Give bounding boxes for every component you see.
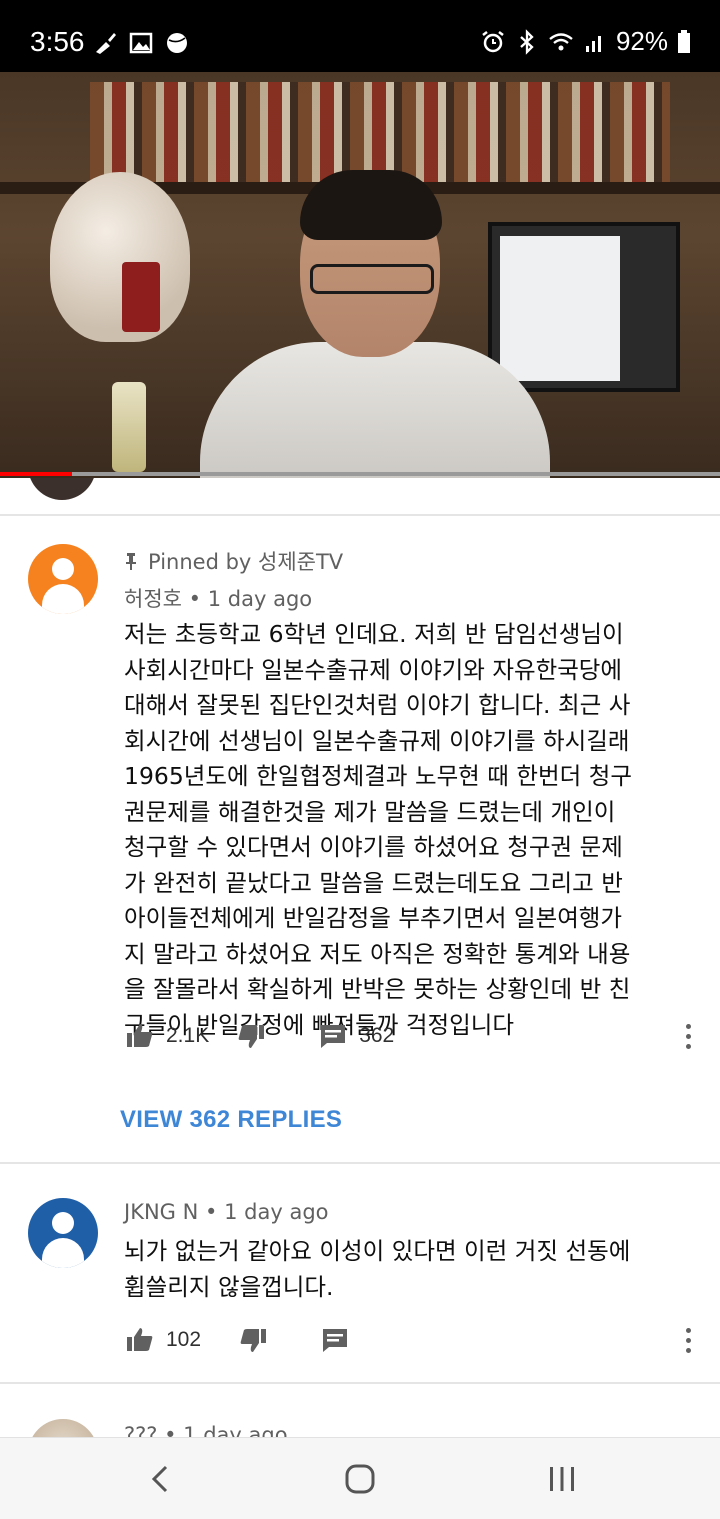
comment-pinned: Pinned by 성제준TV 허정호 • 1 day ago 저는 초등학교 …	[0, 514, 720, 1164]
progress-fill	[0, 472, 72, 476]
avatar[interactable]	[28, 1419, 98, 1437]
comment-meta: ??? • 1 day ago	[124, 1423, 288, 1437]
more-icon[interactable]	[676, 1320, 700, 1360]
view-replies-link[interactable]: VIEW 362 REPLIES	[120, 1106, 342, 1134]
dislike-button[interactable]	[237, 1324, 269, 1356]
pinned-text: Pinned by 성제준TV	[148, 550, 344, 574]
battery-percent: 92%	[615, 26, 668, 56]
reply-button[interactable]: 362	[317, 1020, 394, 1052]
thumbs-down-icon	[238, 1025, 265, 1048]
comment-age: 1 day ago	[224, 1200, 329, 1224]
battery-icon	[678, 29, 690, 53]
channel-avatar-peek	[28, 478, 96, 500]
wifi-icon	[549, 32, 573, 50]
comment-meta: JKNG N • 1 day ago	[124, 1200, 329, 1224]
reply-icon	[323, 1329, 348, 1352]
bluetooth-icon	[520, 28, 534, 55]
ball-icon	[167, 33, 187, 53]
meta-separator: •	[188, 587, 202, 611]
author-name[interactable]: 허정호	[124, 587, 182, 611]
person-hair	[300, 170, 442, 240]
bottle	[112, 382, 146, 472]
avatar[interactable]	[28, 544, 98, 614]
recents-icon	[550, 1467, 574, 1491]
like-count: 102	[166, 1328, 202, 1351]
image-icon	[129, 32, 153, 54]
reply-icon	[321, 1025, 346, 1048]
back-button[interactable]	[130, 1458, 190, 1500]
comment-actions: 102	[124, 1323, 351, 1357]
home-button[interactable]	[330, 1458, 390, 1500]
home-icon	[345, 1464, 375, 1494]
divider	[0, 1382, 720, 1384]
thumbs-up-icon	[127, 1024, 153, 1047]
comment-age: 1 day ago	[207, 587, 313, 611]
bookshelf	[90, 82, 670, 182]
cup	[122, 262, 160, 332]
person-body	[200, 342, 550, 478]
avatar[interactable]	[28, 1198, 98, 1268]
more-icon[interactable]	[676, 1016, 700, 1056]
reply-button[interactable]	[319, 1324, 351, 1356]
back-icon	[151, 1465, 168, 1493]
video-player[interactable]	[0, 72, 720, 478]
comment-text: 뇌가 없는거 같아요 이성이 있다면 이런 거짓 선동에 휩쓸리지 않을껍니다.	[124, 1237, 631, 1301]
dislike-button[interactable]	[235, 1020, 267, 1052]
comment: JKNG N • 1 day ago 뇌가 없는거 같아요 이성이 있다면 이런…	[0, 1162, 720, 1382]
lamp	[50, 172, 190, 342]
alarm-icon	[482, 30, 504, 52]
meta-separator: •	[205, 1200, 218, 1224]
glasses	[310, 264, 434, 294]
reply-count: 362	[359, 1024, 395, 1047]
status-time: 3:56	[30, 26, 85, 57]
monitor	[488, 222, 680, 392]
comment-actions: 2.1K 362	[124, 1019, 394, 1053]
like-button[interactable]: 2.1K	[124, 1020, 209, 1052]
thumbs-down-icon	[240, 1329, 267, 1352]
notification-icons	[92, 30, 190, 56]
system-nav-bar	[0, 1437, 720, 1519]
signal-icon	[585, 35, 601, 52]
like-button[interactable]: 102	[124, 1324, 201, 1356]
recents-button[interactable]	[532, 1458, 592, 1500]
thumbs-up-icon	[127, 1328, 153, 1351]
comment-meta: 허정호 • 1 day ago	[124, 583, 312, 613]
progress-track[interactable]	[0, 472, 720, 476]
like-count: 2.1K	[166, 1024, 210, 1047]
author-name[interactable]: JKNG N	[124, 1200, 198, 1224]
status-right: 92%	[480, 26, 692, 57]
comment-text: 저는 초등학교 6학년 인데요. 저희 반 담임선생님이 사회시간마다 일본수출…	[124, 620, 632, 1039]
broom-icon	[96, 33, 116, 54]
pin-icon	[126, 553, 136, 570]
pinned-label: Pinned by 성제준TV	[124, 546, 343, 576]
comment-peek: ??? • 1 day ago	[0, 1405, 720, 1437]
